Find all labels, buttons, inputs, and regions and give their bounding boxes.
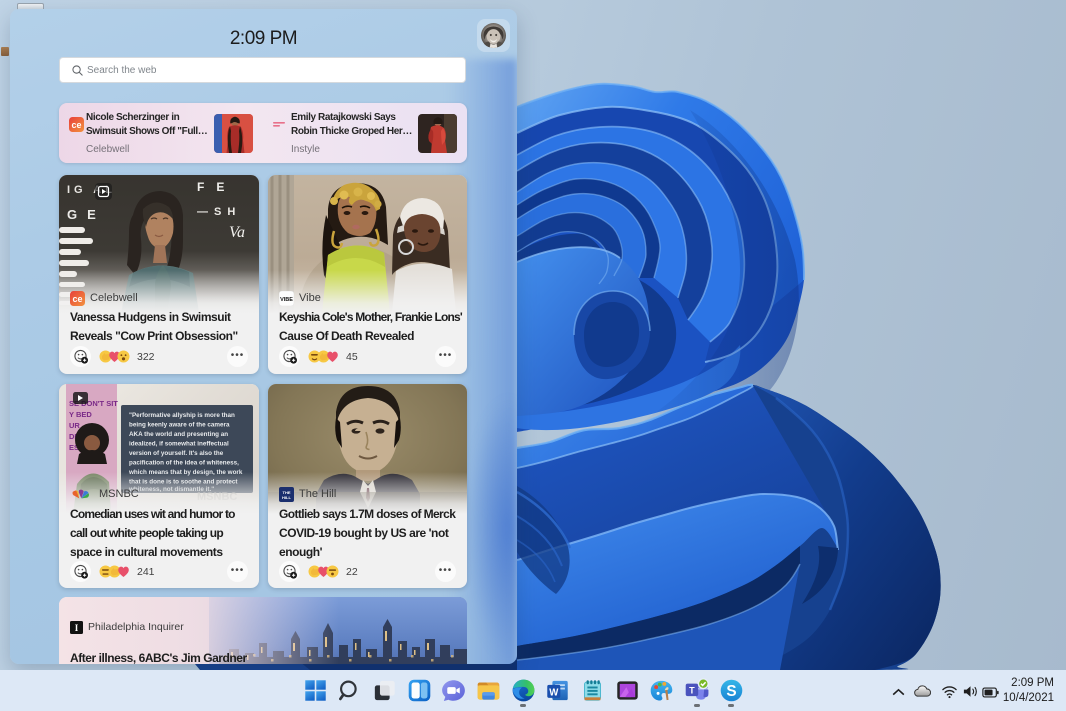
svg-text:—SH: —SH xyxy=(197,206,241,218)
svg-text:FE: FE xyxy=(197,180,236,194)
svg-text:T: T xyxy=(689,686,695,696)
svg-text:HILL: HILL xyxy=(282,495,291,500)
svg-text:S: S xyxy=(726,683,736,700)
svg-text:GE: GE xyxy=(67,207,106,222)
svg-text:UR: UR xyxy=(69,421,80,430)
svg-text:version of yourself. It's also: version of yourself. It's also the xyxy=(129,450,224,457)
svg-text:I: I xyxy=(75,623,79,633)
svg-text:pacification of the idea of wh: pacification of the idea of whiteness, xyxy=(129,460,239,467)
svg-text:Va: Va xyxy=(229,224,245,241)
svg-text:VIBE: VIBE xyxy=(280,296,293,302)
svg-text:AKA the world and presenting a: AKA the world and presenting an xyxy=(129,431,228,438)
svg-text:being keenly aware of the came: being keenly aware of the camera xyxy=(129,422,230,429)
svg-text:"Performative allyship is more: "Performative allyship is more than xyxy=(129,412,235,419)
svg-text:ce: ce xyxy=(72,293,82,303)
svg-text:idealized, if somewhat ineffec: idealized, if somewhat ineffectual xyxy=(129,441,229,448)
svg-text:W: W xyxy=(549,687,559,698)
svg-text:ce: ce xyxy=(71,120,81,130)
svg-text:Y BED: Y BED xyxy=(69,410,92,419)
